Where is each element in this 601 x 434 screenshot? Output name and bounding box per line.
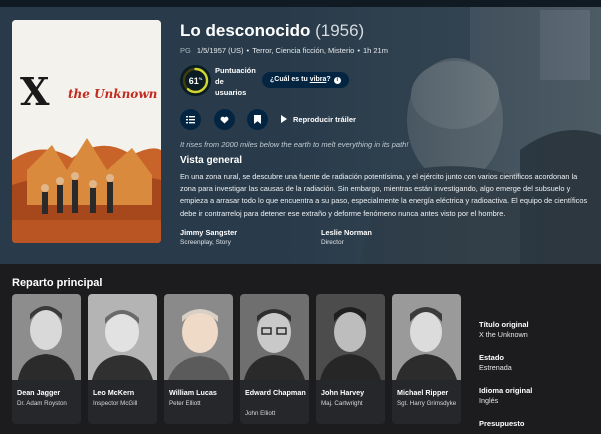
cast-name[interactable]: William Lucas: [169, 388, 231, 398]
crew-item: Leslie Norman Director: [321, 228, 372, 248]
score-row: 61% Puntuación de usuarios ¿Cuál es tu v…: [180, 65, 590, 105]
cast-name[interactable]: Edward Chapman: [245, 388, 307, 398]
movie-year: (1956): [315, 21, 365, 40]
cast-card[interactable]: Michael Ripper Sgt. Harry Grimsdyke: [392, 294, 461, 424]
fact-label: Estado: [479, 353, 505, 362]
cast-photo: [12, 294, 81, 380]
crew-job: Screenplay, Story: [180, 239, 231, 246]
heart-icon: [220, 116, 229, 124]
info-icon[interactable]: i: [333, 77, 341, 84]
list-icon: [186, 116, 195, 124]
cast-photo: [88, 294, 157, 380]
crew-job: Director: [321, 239, 344, 246]
runtime: 1h 21m: [362, 46, 388, 55]
top-nav-strip: [0, 0, 601, 7]
fact-label: Idioma original: [479, 386, 533, 395]
overview-heading: Vista general: [180, 155, 243, 166]
page-title: Lo desconocido (1956): [180, 20, 590, 42]
cast-card[interactable]: Leo McKern Inspector McGill: [88, 294, 157, 424]
poster-art: [12, 20, 161, 243]
user-score-chart[interactable]: 61%: [180, 65, 211, 96]
crew-list: Jimmy Sangster Screenplay, Story Leslie …: [180, 228, 590, 252]
cast-card[interactable]: Edward Chapman John Elliott: [240, 294, 309, 424]
separator-dot: •: [246, 46, 250, 55]
play-trailer-button[interactable]: Reproducir tráiler: [281, 113, 356, 126]
movie-title[interactable]: Lo desconocido: [180, 21, 310, 40]
movie-header: X the Unknown Lo desconocido (1956) PG 1/…: [0, 0, 601, 264]
tagline: It rises from 2000 miles below the earth…: [180, 140, 409, 149]
cast-character: Inspector McGill: [93, 400, 138, 407]
genres[interactable]: Terror, Ciencia ficción, Misterio: [252, 46, 354, 55]
movie-info: Lo desconocido (1956) PG 1/5/1957 (US) • Te…: [180, 20, 590, 246]
cast-name[interactable]: Dean Jagger: [17, 388, 79, 398]
cast-card[interactable]: Dean Jagger Dr. Adam Royston: [12, 294, 81, 424]
poster-title-rest: the Unknown: [68, 87, 158, 101]
fact-value: Estrenada: [479, 363, 512, 372]
cast-heading: Reparto principal: [12, 277, 103, 289]
cast-character: Maj. Cartwright: [321, 400, 363, 407]
add-to-list-button[interactable]: [180, 109, 201, 130]
movie-facts-sidebar: Título original X the Unknown Estado Est…: [479, 320, 594, 429]
crew-name[interactable]: Leslie Norman: [321, 228, 372, 238]
certification: PG: [180, 46, 191, 55]
cast-photo: [240, 294, 309, 380]
watchlist-button[interactable]: [247, 109, 268, 130]
cast-character: John Elliott: [245, 410, 276, 417]
overview-text: En una zona rural, se descubre una fuent…: [180, 172, 588, 218]
poster-title-x: X: [20, 69, 50, 114]
crew-name[interactable]: Jimmy Sangster: [180, 228, 237, 238]
movie-facts: PG 1/5/1957 (US) • Terror, Ciencia ficción,…: [180, 45, 590, 56]
release-date: 1/5/1957 (US): [196, 46, 244, 55]
user-score-value: 61%: [188, 75, 203, 86]
cast-character: Peter Elliott: [169, 400, 201, 407]
cast-card[interactable]: William Lucas Peter Elliott: [164, 294, 233, 424]
cast-name[interactable]: John Harvey: [321, 388, 383, 398]
cast-photo: [164, 294, 233, 380]
play-trailer-label: Reproducir tráiler: [293, 115, 356, 124]
separator-dot: •: [357, 46, 360, 55]
play-icon: [281, 115, 287, 123]
cast-card[interactable]: John Harvey Maj. Cartwright: [316, 294, 385, 424]
movie-poster[interactable]: X the Unknown: [12, 20, 161, 243]
fact-label: Presupuesto: [479, 419, 525, 428]
bookmark-icon: [254, 115, 261, 124]
action-bar: Reproducir tráiler: [180, 109, 590, 133]
favorite-button[interactable]: [214, 109, 235, 130]
vibe-button[interactable]: ¿Cuál es tu vibra? i: [262, 72, 349, 88]
fact-label: Título original: [479, 320, 529, 329]
cast-character: Sgt. Harry Grimsdyke: [397, 400, 457, 407]
cast-name[interactable]: Michael Ripper: [397, 388, 459, 398]
vibe-link[interactable]: vibra: [310, 76, 327, 83]
cast-name[interactable]: Leo McKern: [93, 388, 155, 398]
user-score-label: Puntuación de usuarios: [215, 66, 256, 97]
cast-photo: [316, 294, 385, 380]
cast-photo: [392, 294, 461, 380]
fact-value: Inglés: [479, 396, 499, 405]
cast-character: Dr. Adam Royston: [17, 400, 67, 407]
fact-value: X the Unknown: [479, 330, 528, 339]
crew-item: Jimmy Sangster Screenplay, Story: [180, 228, 237, 248]
